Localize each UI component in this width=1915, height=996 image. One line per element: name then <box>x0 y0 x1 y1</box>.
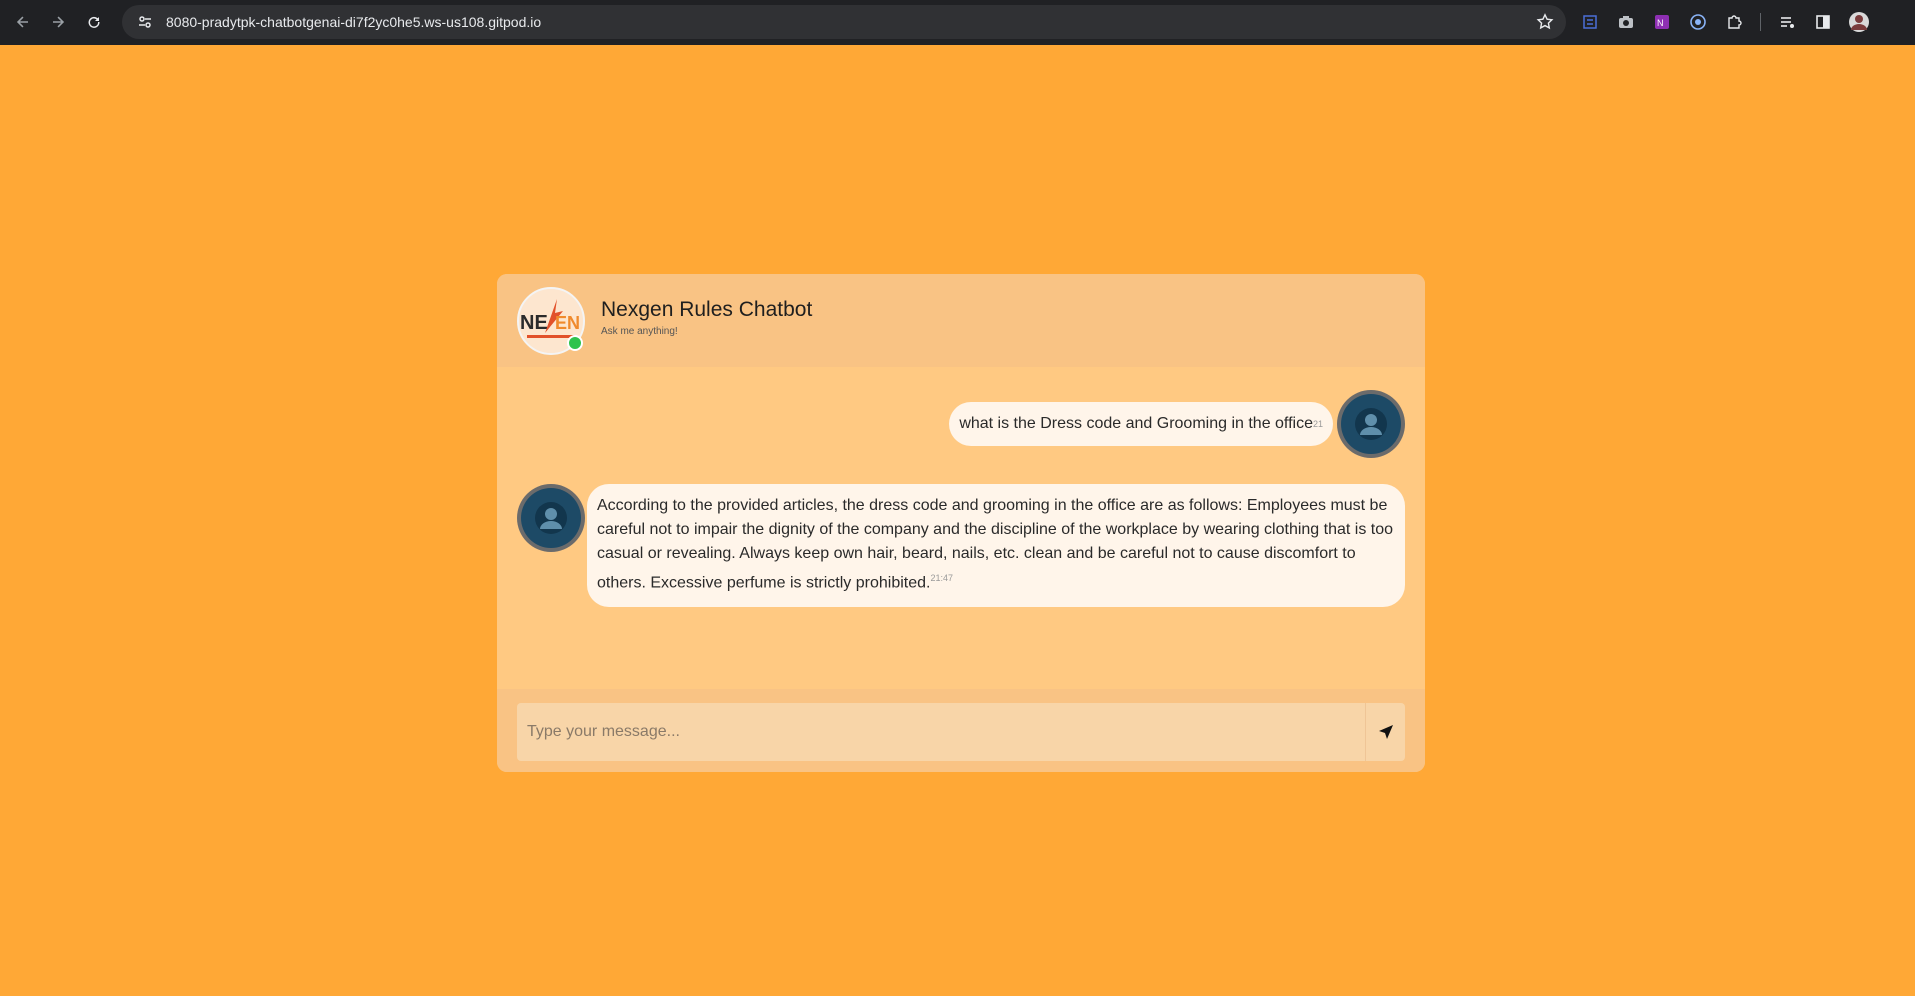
browser-toolbar: 8080-pradytpk-chatbotgenai-di7f2yc0he5.w… <box>0 0 1915 45</box>
user-message-text: what is the Dress code and Grooming in t… <box>959 415 1313 432</box>
bot-avatar-icon <box>535 502 567 534</box>
privacy-extension-icon[interactable] <box>1684 8 1712 36</box>
chat-header: NE EN Nexgen Rules Chatbot Ask me anythi… <box>497 274 1425 367</box>
bot-message-text: According to the provided articles, the … <box>597 497 1394 592</box>
toolbar-divider <box>1760 13 1761 31</box>
online-status-dot <box>567 334 583 351</box>
chat-window: NE EN Nexgen Rules Chatbot Ask me anythi… <box>497 274 1425 772</box>
message-input[interactable] <box>517 703 1365 761</box>
camera-extension-icon[interactable] <box>1612 8 1640 36</box>
extensions-bar: N <box>1576 5 1873 39</box>
profile-avatar-icon[interactable] <box>1845 8 1873 36</box>
address-bar[interactable]: 8080-pradytpk-chatbotgenai-di7f2yc0he5.w… <box>122 5 1566 39</box>
site-settings-icon[interactable] <box>128 5 162 39</box>
message-input-box <box>517 703 1405 761</box>
puzzle-extensions-icon[interactable] <box>1720 8 1748 36</box>
user-avatar-icon <box>1355 408 1387 440</box>
user-message: what is the Dress code and Grooming in t… <box>949 402 1333 446</box>
bot-avatar <box>517 484 585 552</box>
bot-message: According to the provided articles, the … <box>587 484 1405 608</box>
translate-extension-icon[interactable] <box>1576 8 1604 36</box>
message-time: 21:47 <box>930 573 953 583</box>
bookmark-star-icon[interactable] <box>1536 13 1554 36</box>
svg-text:NE: NE <box>520 312 548 334</box>
user-avatar <box>1337 390 1405 458</box>
message-list: what is the Dress code and Grooming in t… <box>497 367 1425 714</box>
chat-title: Nexgen Rules Chatbot <box>601 298 813 321</box>
bot-logo: NE EN <box>517 286 585 355</box>
url-text[interactable]: 8080-pradytpk-chatbotgenai-di7f2yc0he5.w… <box>166 14 541 30</box>
onenote-extension-icon[interactable]: N <box>1648 8 1676 36</box>
forward-icon[interactable] <box>40 4 76 40</box>
chat-subtitle: Ask me anything! <box>601 326 678 337</box>
reload-icon[interactable] <box>76 4 112 40</box>
media-queue-icon[interactable] <box>1773 8 1801 36</box>
message-input-area <box>497 689 1425 772</box>
svg-text:EN: EN <box>555 313 580 333</box>
svg-text:N: N <box>1657 18 1664 28</box>
side-panel-icon[interactable] <box>1809 8 1837 36</box>
send-icon <box>1378 725 1393 739</box>
back-icon[interactable] <box>5 4 41 40</box>
message-time: 21 <box>1312 419 1323 429</box>
send-button[interactable] <box>1365 703 1405 761</box>
